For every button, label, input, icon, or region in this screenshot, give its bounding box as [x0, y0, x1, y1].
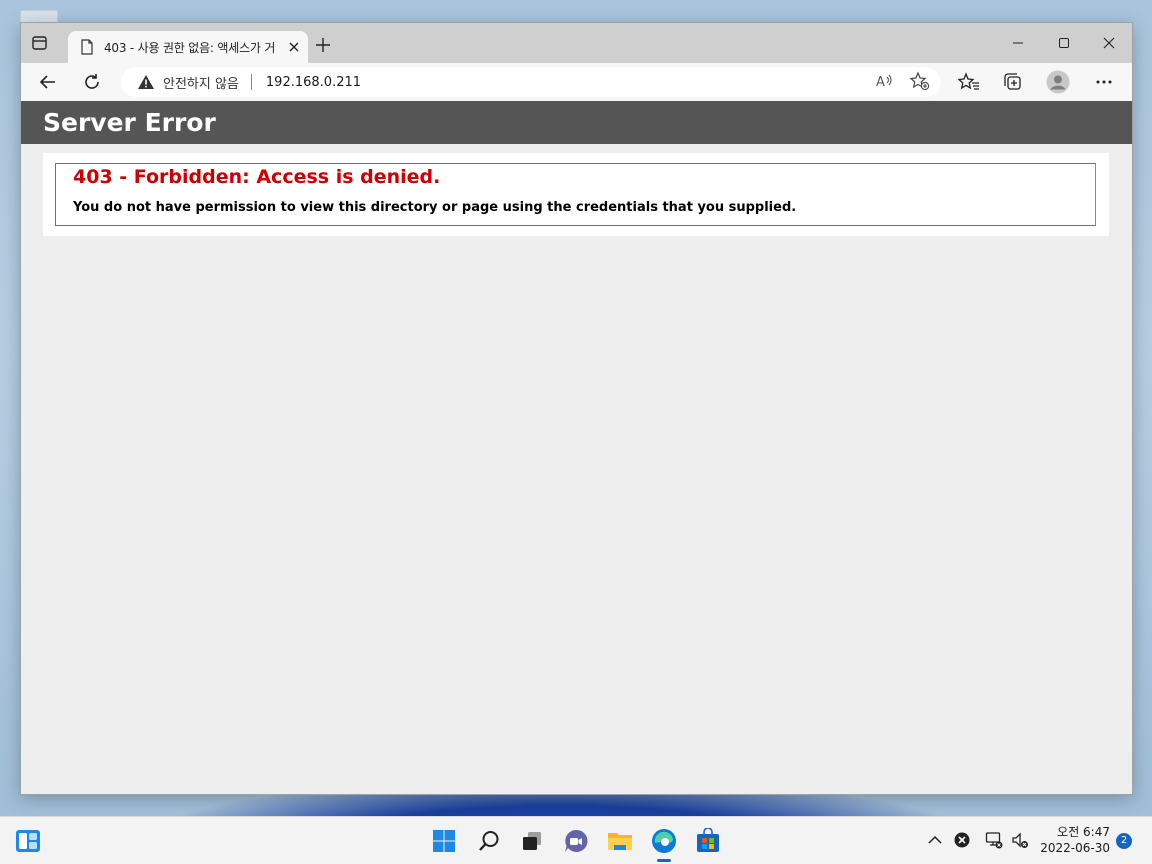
volume-muted-icon: [1012, 832, 1028, 848]
favorites-button[interactable]: [957, 70, 981, 94]
chevron-up-icon: [928, 835, 942, 844]
store-icon: [697, 828, 719, 852]
taskbar: 오전 6:47 2022-06-30 2: [0, 816, 1152, 864]
file-explorer-icon: [608, 833, 632, 850]
tab-title: 403 - 사용 권한 없음: 액세스가 거: [104, 40, 276, 55]
collections-button[interactable]: [1001, 70, 1025, 94]
settings-more-button[interactable]: [1092, 70, 1116, 94]
page-icon: [81, 39, 93, 55]
error-title: 403 - Forbidden: Access is denied.: [73, 166, 441, 188]
profile-button[interactable]: [1046, 70, 1070, 94]
volume-button[interactable]: [1011, 831, 1029, 849]
edge-button[interactable]: [650, 827, 678, 855]
start-icon: [433, 830, 455, 852]
read-aloud-icon[interactable]: A: [875, 71, 895, 91]
network-button[interactable]: [985, 831, 1003, 849]
clock-time: 오전 6:47: [1057, 825, 1110, 839]
error-content: 403 - Forbidden: Access is denied. You d…: [43, 153, 1109, 236]
not-secure-label[interactable]: 안전하지 않음: [163, 73, 239, 92]
edge-icon: [652, 829, 676, 853]
task-view-icon: [523, 832, 541, 850]
minimize-button[interactable]: [995, 23, 1041, 63]
error-badge-icon: [954, 832, 970, 848]
search-icon: [479, 831, 499, 851]
tray-error-button[interactable]: [953, 831, 971, 849]
chat-icon: [565, 829, 588, 852]
add-favorite-icon[interactable]: [909, 71, 931, 91]
start-button[interactable]: [430, 827, 458, 855]
browser-window: 403 - 사용 권한 없음: 액세스가 거 안전하지 않음 192.168.0…: [20, 22, 1133, 795]
network-disconnected-icon: [985, 832, 1003, 849]
clock[interactable]: 오전 6:47 2022-06-30: [1036, 824, 1110, 856]
page-header: Server Error: [21, 101, 1132, 144]
close-icon: [1103, 37, 1115, 49]
address-bar[interactable]: 안전하지 않음 192.168.0.211 A: [121, 67, 941, 97]
notification-count-badge[interactable]: 2: [1116, 833, 1132, 849]
back-arrow-icon: [39, 75, 55, 89]
minimize-icon: [1013, 42, 1023, 44]
page-viewport: Server Error 403 - Forbidden: Access is …: [21, 101, 1132, 794]
refresh-icon: [85, 74, 99, 89]
clock-date: 2022-06-30: [1040, 841, 1110, 855]
page-title: Server Error: [43, 108, 216, 137]
refresh-button[interactable]: [80, 70, 104, 94]
address-bar-actions: A: [875, 71, 931, 91]
active-app-indicator: [657, 859, 671, 862]
avatar-icon: [1046, 70, 1070, 94]
close-window-button[interactable]: [1086, 23, 1132, 63]
task-view-button[interactable]: [518, 827, 546, 855]
favorites-icon: [958, 72, 979, 90]
close-tab-icon[interactable]: [288, 41, 300, 53]
show-hidden-icons-button[interactable]: [926, 831, 944, 849]
tab-active[interactable]: 403 - 사용 권한 없음: 액세스가 거: [68, 31, 308, 63]
more-icon: [1096, 80, 1112, 84]
new-tab-icon[interactable]: [315, 37, 331, 53]
back-button[interactable]: [36, 70, 60, 94]
svg-text:A: A: [876, 75, 885, 90]
widgets-icon: [16, 830, 40, 852]
chat-button[interactable]: [562, 827, 590, 855]
store-button[interactable]: [694, 827, 722, 855]
file-explorer-button[interactable]: [606, 827, 634, 855]
tab-actions-icon[interactable]: [31, 35, 49, 51]
title-bar: 403 - 사용 권한 없음: 액세스가 거: [21, 23, 1132, 63]
collections-icon: [1004, 73, 1021, 90]
browser-toolbar: 안전하지 않음 192.168.0.211 A: [21, 63, 1132, 101]
error-box: 403 - Forbidden: Access is denied. You d…: [55, 163, 1096, 226]
maximize-button[interactable]: [1041, 23, 1087, 63]
url-text[interactable]: 192.168.0.211: [266, 75, 361, 90]
search-button[interactable]: [475, 827, 503, 855]
maximize-icon: [1059, 38, 1069, 48]
warning-icon[interactable]: [137, 74, 155, 90]
address-divider: [250, 74, 252, 90]
error-message: You do not have permission to view this …: [73, 200, 797, 215]
widgets-button[interactable]: [14, 827, 42, 855]
